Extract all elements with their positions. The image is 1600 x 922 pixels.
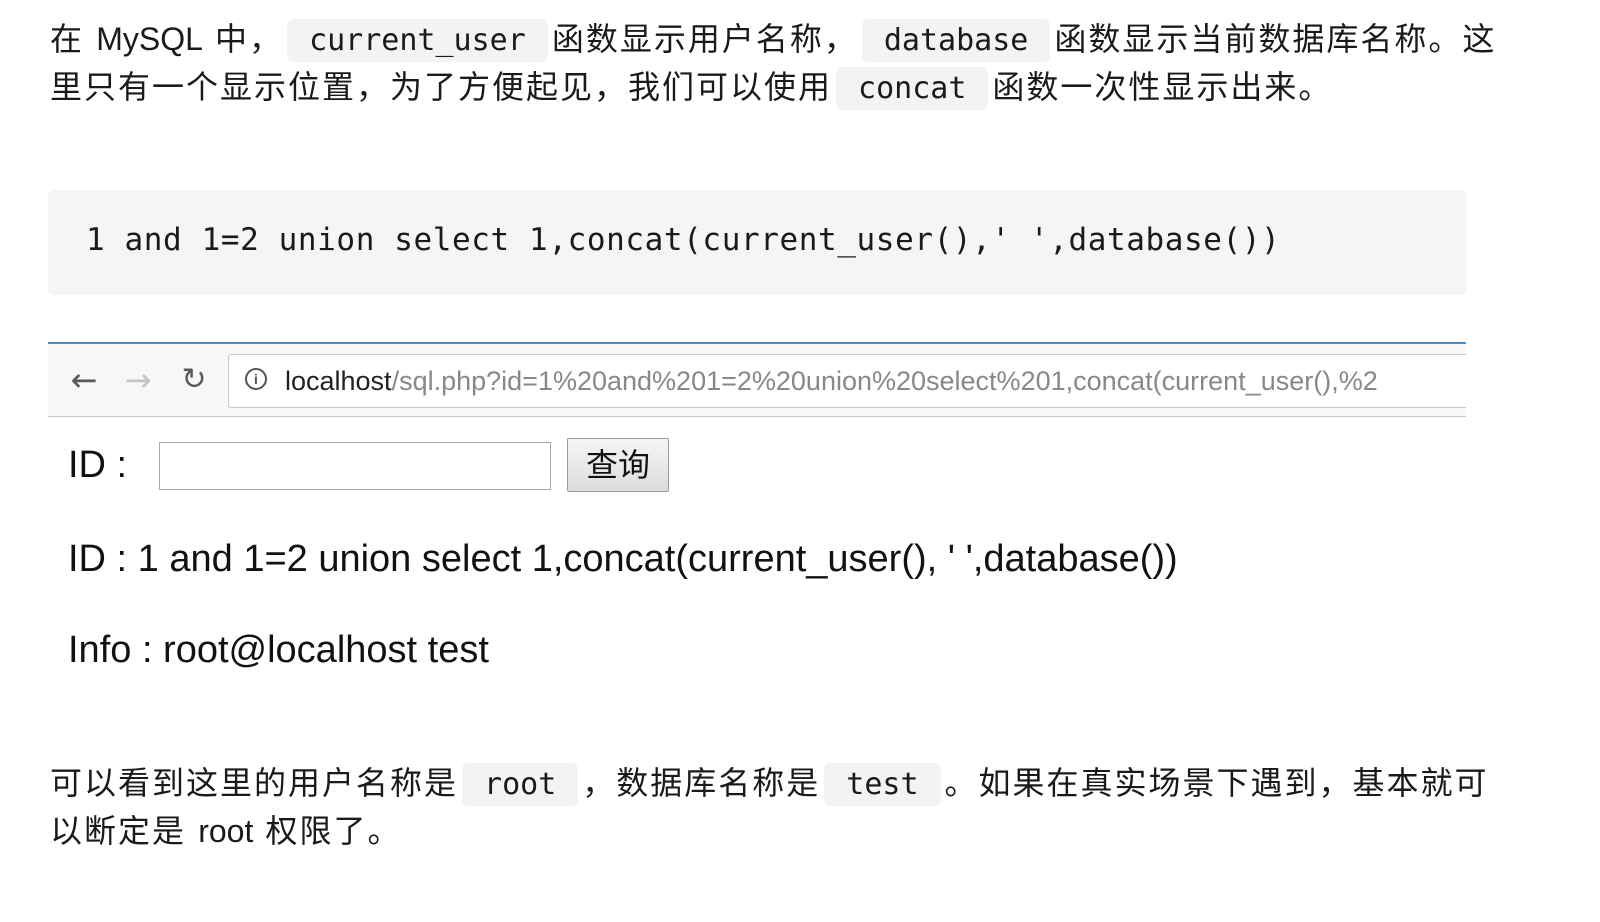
- id-input[interactable]: [159, 442, 551, 490]
- intro-text-2: 中，: [202, 20, 284, 58]
- back-arrow-icon[interactable]: ←: [66, 362, 102, 398]
- browser-screenshot: ← → ↻ i localhost/sql.php?id=1%20and%201…: [48, 342, 1466, 687]
- query-button[interactable]: 查询: [567, 438, 669, 492]
- outro-text-2: ，数据库名称是: [582, 764, 821, 802]
- intro-mysql: MySQL: [96, 21, 203, 57]
- browser-toolbar: ← → ↻ i localhost/sql.php?id=1%20and%201…: [48, 344, 1466, 417]
- reload-icon[interactable]: ↻: [176, 362, 212, 398]
- url-path: /sql.php?id=1%20and%201=2%20union%20sele…: [391, 366, 1378, 396]
- outro-paragraph: 可以看到这里的用户名称是 root ，数据库名称是 test 。如果在真实场景下遇到，基…: [50, 760, 1500, 855]
- inline-code-database: database: [861, 19, 1051, 62]
- inline-code-test: test: [824, 763, 941, 806]
- result-info-text: Info : root@localhost test: [68, 629, 489, 671]
- id-label: ID :: [68, 444, 128, 486]
- code-block: 1 and 1=2 union select 1,concat(current_…: [48, 190, 1466, 295]
- query-form: ID : 查询: [48, 438, 748, 498]
- intro-paragraph: 在 MySQL 中， current_user 函数显示用户名称， database 函…: [50, 16, 1500, 112]
- result-id-text: ID : 1 and 1=2 union select 1,concat(cur…: [68, 538, 1178, 580]
- intro-text-3: 函数显示用户名称，: [551, 20, 858, 58]
- url-host: localhost: [285, 366, 392, 396]
- intro-text-5: 函数一次性显示出来。: [992, 68, 1333, 106]
- info-icon[interactable]: i: [245, 368, 267, 390]
- inline-code-concat: concat: [836, 67, 989, 110]
- forward-arrow-icon[interactable]: →: [120, 362, 156, 398]
- inline-code-current-user: current_user: [287, 19, 548, 62]
- inline-code-root: root: [462, 763, 579, 806]
- outro-text-4: 权限了。: [253, 812, 402, 850]
- url-text: localhost/sql.php?id=1%20and%201=2%20uni…: [285, 366, 1378, 397]
- code-line: 1 and 1=2 union select 1,concat(current_…: [86, 222, 1281, 258]
- outro-root: root: [198, 813, 254, 849]
- outro-text-1: 可以看到这里的用户名称是: [50, 764, 459, 802]
- address-bar[interactable]: i localhost/sql.php?id=1%20and%201=2%20u…: [228, 354, 1466, 408]
- intro-text-1: 在: [50, 20, 97, 58]
